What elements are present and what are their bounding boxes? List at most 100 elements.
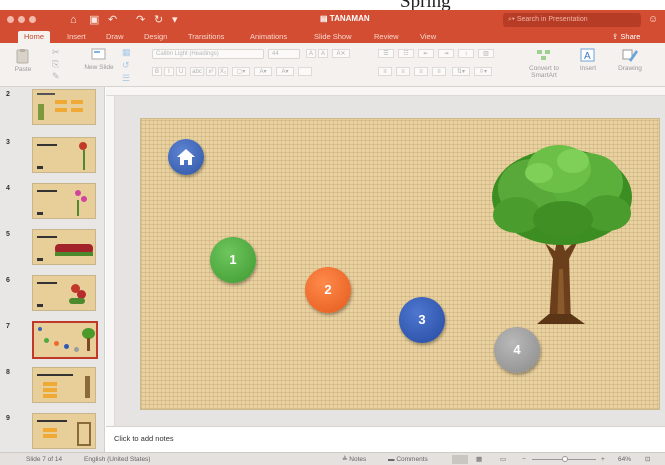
normal-view-button[interactable] [452, 455, 468, 464]
home-button[interactable] [168, 139, 204, 175]
align-left-button[interactable]: ≡ [378, 67, 392, 76]
reset-icon[interactable]: ↺ [122, 58, 130, 72]
zoom-out-icon[interactable]: − [522, 455, 526, 464]
increase-font-size-button[interactable]: A [306, 49, 316, 58]
minimize-window-button[interactable] [18, 16, 25, 23]
text-effects-button[interactable]: ▢▾ [232, 67, 250, 76]
comments-toggle[interactable]: ▬ Comments [388, 455, 428, 464]
account-icon[interactable]: ☺ [648, 13, 658, 27]
number-button-4[interactable]: 4 [494, 327, 540, 373]
presentation-file-icon: ▤ [320, 14, 328, 23]
align-right-button[interactable]: ≡ [414, 67, 428, 76]
slide-thumbnail-6[interactable] [32, 275, 96, 311]
slide-thumbnail-4[interactable] [32, 183, 96, 219]
increase-indent-button[interactable]: ⇥ [438, 49, 454, 58]
close-window-button[interactable] [7, 16, 14, 23]
font-size-select[interactable]: 44 [268, 49, 300, 59]
number-button-3[interactable]: 3 [399, 297, 445, 343]
justify-button[interactable]: ≡ [432, 67, 446, 76]
convert-to-smartart-button[interactable]: Convert to SmartArt [522, 47, 566, 79]
decrease-font-size-button[interactable]: A [318, 49, 328, 58]
new-slide-icon [91, 48, 106, 60]
tab-slide-show[interactable]: Slide Show [314, 31, 352, 43]
tab-view[interactable]: View [420, 31, 436, 43]
thumbnail-number: 5 [6, 231, 10, 238]
text-direction-button[interactable]: ⇅▾ [452, 67, 470, 76]
bold-button[interactable]: B [152, 67, 162, 76]
tab-review[interactable]: Review [374, 31, 399, 43]
slide-canvas[interactable]: 1 2 3 4 [140, 118, 660, 410]
repeat-icon[interactable]: ↻ [154, 13, 163, 27]
cropped-banner: Spring [0, 0, 665, 10]
thumbnail-number: 8 [6, 369, 10, 376]
columns-button[interactable]: ▥ [478, 49, 494, 58]
svg-text:A: A [584, 51, 591, 62]
tab-design[interactable]: Design [144, 31, 167, 43]
zoom-window-button[interactable] [29, 16, 36, 23]
clear-formatting-button[interactable]: A✕ [332, 49, 350, 58]
align-center-button[interactable]: ≡ [396, 67, 410, 76]
search-input[interactable]: ⌕▾ Search in Presentation [503, 13, 641, 27]
insert-text-icon: A [580, 48, 595, 62]
thumbnail-number: 7 [6, 323, 10, 330]
font-name-select[interactable]: Calibri Light (Headings) [152, 49, 264, 59]
fit-to-window-icon[interactable]: ⊡ [645, 455, 650, 464]
horizontal-ruler[interactable] [106, 87, 665, 96]
slide-thumbnail-8[interactable] [32, 367, 96, 403]
new-slide-button[interactable]: New Slide [84, 46, 114, 71]
thumbnail-number: 9 [6, 415, 10, 422]
drawing-button[interactable]: Drawing [612, 47, 648, 72]
strikethrough-button[interactable]: abc [190, 67, 204, 76]
format-painter-icon[interactable]: ✎ [52, 69, 60, 83]
language-indicator[interactable]: English (United States) [84, 455, 150, 464]
bullets-button[interactable]: ☰ [378, 49, 394, 58]
zoom-slider-thumb[interactable] [562, 456, 568, 462]
highlight-color-button[interactable]: A▾ [254, 67, 272, 76]
smartart-icon [537, 50, 550, 60]
vertical-ruler[interactable] [106, 96, 115, 426]
reading-view-icon[interactable]: ▭ [500, 455, 506, 464]
font-color-swatch[interactable] [298, 67, 312, 76]
tree-image[interactable] [487, 139, 637, 324]
tab-draw[interactable]: Draw [106, 31, 124, 43]
tab-insert[interactable]: Insert [67, 31, 86, 43]
undo-icon[interactable]: ↶ [108, 13, 117, 27]
house-icon [177, 149, 195, 165]
numbering-button[interactable]: ☷ [398, 49, 414, 58]
customize-toolbar-icon[interactable]: ▾ [172, 13, 178, 27]
line-spacing-button[interactable]: ↕ [458, 49, 474, 58]
redo-icon[interactable]: ↷ [136, 13, 145, 27]
clipboard-icon [16, 49, 29, 64]
slide-thumbnail-5[interactable] [32, 229, 96, 265]
notes-toggle[interactable]: ≜ Notes [342, 455, 366, 464]
number-button-1[interactable]: 1 [210, 237, 256, 283]
tab-transitions[interactable]: Transitions [188, 31, 224, 43]
tab-home[interactable]: Home [18, 31, 51, 43]
superscript-button[interactable]: x² [206, 67, 216, 76]
home-icon[interactable]: ⌂ [70, 13, 77, 27]
number-button-2[interactable]: 2 [305, 267, 351, 313]
slide-thumbnail-2[interactable] [32, 89, 96, 125]
zoom-in-icon[interactable]: + [601, 455, 605, 464]
align-text-button[interactable]: ⇳▾ [474, 67, 492, 76]
font-color-button[interactable]: A▾ [276, 67, 294, 76]
section-icon[interactable]: ☰ [122, 71, 130, 85]
slide-thumbnail-3[interactable] [32, 137, 96, 173]
slide-thumbnail-9[interactable] [32, 413, 96, 449]
title-bar: ⌂ ▣ ↶ ↷ ↻ ▾ ▤ TANAMAN ⌕▾ Search in Prese… [0, 10, 665, 30]
italic-button[interactable]: I [164, 67, 174, 76]
ribbon-toolbar: Paste ✂ ⎘ ✎ New Slide ▦ ↺ ☰ Calibri Ligh… [0, 43, 665, 87]
notes-pane[interactable]: Click to add notes [106, 426, 665, 451]
slide-thumbnail-7[interactable] [32, 321, 98, 359]
share-button[interactable]: ⇪ Share [612, 31, 640, 43]
thumbnail-number: 6 [6, 277, 10, 284]
layout-icon[interactable]: ▦ [122, 45, 131, 59]
underline-button[interactable]: U [176, 67, 186, 76]
subscript-button[interactable]: X₂ [218, 67, 228, 76]
insert-button[interactable]: A Insert [573, 47, 603, 72]
slide-sorter-icon[interactable]: ▦ [476, 455, 482, 464]
paste-button[interactable]: Paste [8, 48, 38, 73]
decrease-indent-button[interactable]: ⇤ [418, 49, 434, 58]
save-icon[interactable]: ▣ [89, 13, 99, 27]
tab-animations[interactable]: Animations [250, 31, 287, 43]
